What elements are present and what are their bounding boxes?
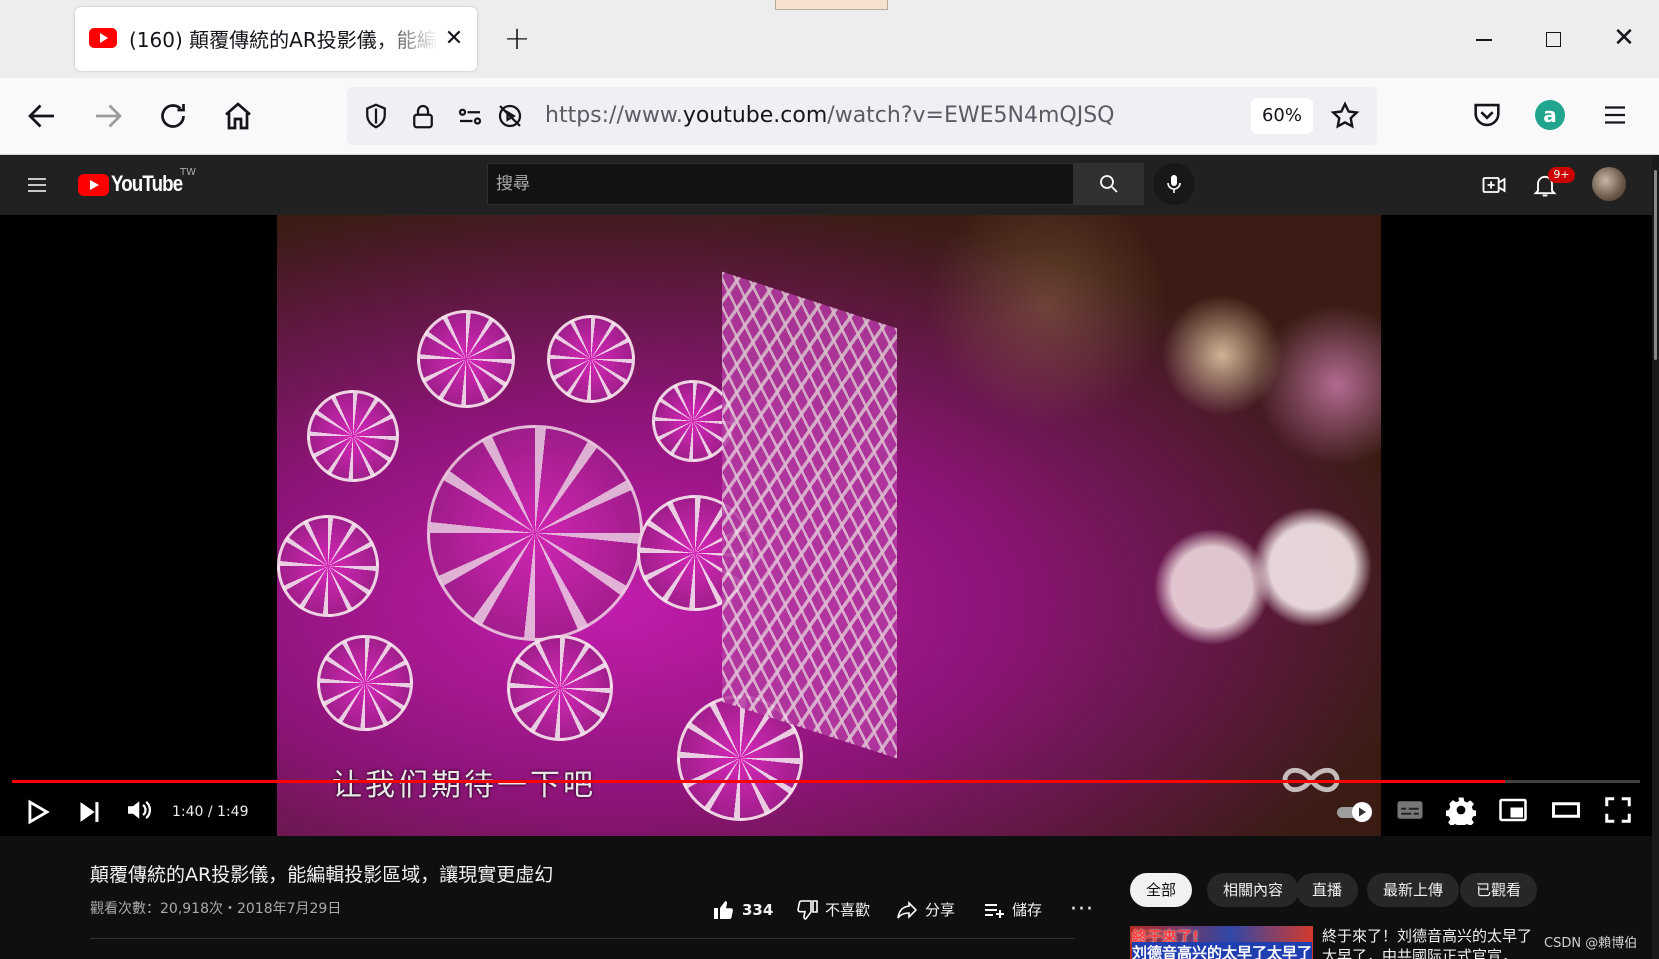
browser-tab-youtube[interactable]: (160) 顛覆傳統的AR投影儀，能編輯投影區域，讓現實更虛幻 ✕ <box>75 7 477 71</box>
video-title: 顛覆傳統的AR投影儀，能編輯投影區域，讓現實更虛幻 <box>90 864 554 886</box>
create-video-icon[interactable] <box>1480 171 1508 199</box>
pattern-rosette <box>507 635 613 741</box>
bookmark-star-icon[interactable] <box>1329 100 1361 132</box>
pattern-rosette <box>277 515 379 617</box>
chip-live[interactable]: 直播 <box>1296 873 1359 907</box>
hamburger-menu-icon[interactable] <box>1600 100 1630 130</box>
window-minimize-button[interactable] <box>1463 20 1503 60</box>
divider <box>90 938 1075 939</box>
playback-time: 1:40 / 1:49 <box>172 804 249 820</box>
fullscreen-icon[interactable] <box>1603 795 1637 829</box>
chip-all[interactable]: 全部 <box>1130 873 1193 907</box>
forward-arrow-icon[interactable] <box>90 98 126 134</box>
save-label: 儲存 <box>1012 901 1043 919</box>
progress-bar[interactable] <box>12 780 1640 783</box>
back-arrow-icon[interactable] <box>24 98 60 134</box>
tracking-protection-shield-icon[interactable] <box>361 101 391 131</box>
csdn-watermark: CSDN @賴博伯 <box>1544 936 1638 951</box>
window-close-button[interactable]: ✕ <box>1604 18 1644 58</box>
dislike-label: 不喜歡 <box>825 901 871 919</box>
guide-menu-icon[interactable] <box>24 173 50 197</box>
thumbs-up-icon <box>714 901 733 919</box>
notification-count-badge: 9+ <box>1548 167 1575 183</box>
youtube-logo-text[interactable]: YouTube <box>111 171 183 197</box>
video-frame-image <box>277 215 1381 836</box>
video-view-count-date[interactable]: 觀看次數：20,918次・2018年7月29日 <box>90 898 341 918</box>
address-bar[interactable]: https://www.youtube.com/watch?v=EWE5N4mQ… <box>347 87 1377 145</box>
progress-bar-played <box>12 780 1505 783</box>
thumbs-down-icon <box>797 900 818 920</box>
thumbnail-caption-bottom: 刘德音高兴的太早了太早了 <box>1132 942 1313 959</box>
url-prefix: https://www. <box>545 103 683 128</box>
pattern-rosette <box>307 390 399 482</box>
camera-blocked-icon[interactable] <box>495 101 525 131</box>
recommended-video-title[interactable]: 終于來了！刘德音高兴的太早了太早了，中共國际正式官宣， <box>1322 926 1542 959</box>
window-maximize-button[interactable] <box>1533 20 1573 60</box>
video-player[interactable]: 让我们期待一下吧 1:40 / 1:49 <box>0 215 1652 836</box>
permissions-icon[interactable] <box>455 101 485 131</box>
region-code: TW <box>180 167 196 178</box>
zoom-level-button[interactable]: 60% <box>1251 98 1313 134</box>
recommended-video-thumbnail[interactable]: 終于來了! 刘德音高兴的太早了太早了 <box>1130 926 1313 959</box>
search-input[interactable]: 搜尋 <box>487 163 1074 205</box>
pattern-rosette <box>417 310 515 408</box>
share-arrow-icon <box>897 901 918 919</box>
scrollbar-thumb[interactable] <box>1654 170 1657 360</box>
tab-title: (160) 顛覆傳統的AR投影儀，能編輯投影區域，讓現實更虛幻 <box>129 28 439 52</box>
pattern-rosette <box>317 635 413 731</box>
playlist-add-icon <box>985 904 1004 918</box>
more-actions-icon[interactable]: ··· <box>1070 895 1094 925</box>
tab-close-icon[interactable]: ✕ <box>439 24 469 54</box>
chip-related[interactable]: 相關內容 <box>1207 873 1300 907</box>
youtube-header: YouTube TW 搜尋 9+ <box>0 155 1652 215</box>
settings-gear-icon[interactable] <box>1445 795 1480 829</box>
subtitles-cc-icon[interactable] <box>1395 795 1429 829</box>
chip-recently-uploaded[interactable]: 最新上傳 <box>1367 873 1460 907</box>
miniplayer-icon[interactable] <box>1498 795 1532 829</box>
window-peek-strip <box>775 0 888 10</box>
like-count: 334 <box>742 901 774 919</box>
url-domain: youtube.com <box>682 103 828 128</box>
account-avatar[interactable] <box>1592 167 1626 201</box>
browser-tab-strip: (160) 顛覆傳統的AR投影儀，能編輯投影區域，讓現實更虛幻 ✕ + ✕ <box>0 0 1659 78</box>
home-icon[interactable] <box>220 98 256 134</box>
reload-icon[interactable] <box>155 98 191 134</box>
voice-search-mic-icon[interactable] <box>1153 163 1195 205</box>
new-tab-button[interactable]: + <box>500 22 534 56</box>
lock-icon[interactable] <box>408 101 438 131</box>
youtube-favicon-icon <box>89 28 117 48</box>
lattice-panel <box>722 271 897 759</box>
youtube-logo-icon[interactable] <box>78 174 109 196</box>
theater-mode-icon[interactable] <box>1551 795 1585 829</box>
next-video-icon[interactable] <box>72 795 106 829</box>
volume-icon[interactable] <box>123 795 157 829</box>
url-text[interactable]: https://www.youtube.com/watch?v=EWE5N4mQ… <box>545 100 1115 132</box>
browser-navigation-bar: https://www.youtube.com/watch?v=EWE5N4mQ… <box>0 78 1659 155</box>
pattern-rosette <box>427 425 643 641</box>
play-icon[interactable] <box>20 795 54 829</box>
autoplay-toggle[interactable] <box>1336 799 1374 825</box>
share-label: 分享 <box>925 901 956 919</box>
extension-icon[interactable]: a <box>1535 100 1565 130</box>
pattern-rosette <box>547 315 635 403</box>
chip-watched[interactable]: 已觀看 <box>1460 873 1538 907</box>
pocket-icon[interactable] <box>1470 98 1504 132</box>
search-button[interactable] <box>1074 163 1144 205</box>
url-path: /watch?v=EWE5N4mQJSQ <box>827 103 1115 128</box>
